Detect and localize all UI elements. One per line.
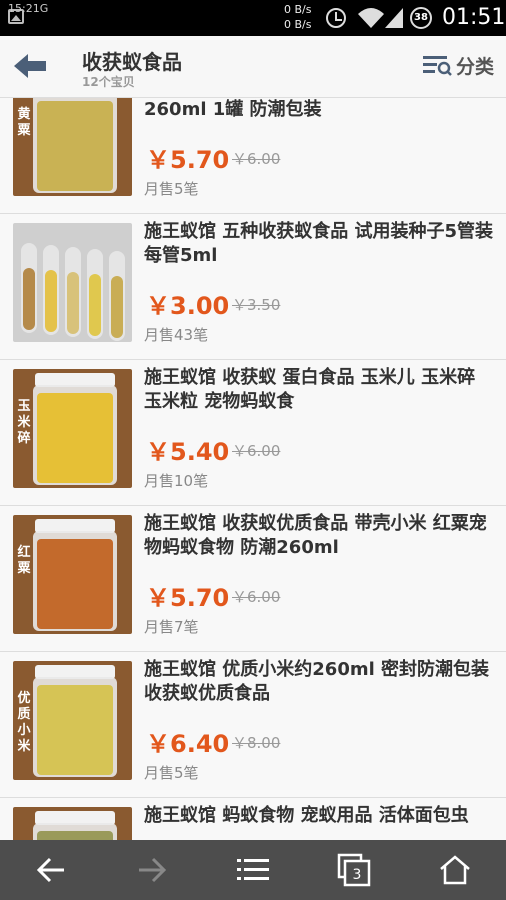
product-item[interactable]: 玉米碎 施王蚁馆 收获蚁 蛋白食品 玉米儿 玉米碎 玉米粒 宠物蚂蚁食 ￥5.40 ￥… <box>0 360 506 506</box>
alarm-icon <box>326 8 346 28</box>
forward-button[interactable] <box>122 840 182 900</box>
forward-arrow-icon <box>138 857 166 883</box>
product-monthly-sales: 月售43笔 <box>144 326 209 344</box>
menu-search-icon <box>422 56 452 76</box>
product-monthly-sales: 月售5笔 <box>144 180 199 198</box>
product-original-price: ￥8.00 <box>232 734 281 752</box>
product-original-price: ￥6.00 <box>232 150 281 168</box>
app-header: 收获蚁食品 12个宝贝 分类 <box>0 36 506 98</box>
product-item[interactable]: 优质小米 施王蚁馆 优质小米约260ml 密封防潮包装 收获蚁优质食品 ￥6.40 ￥… <box>0 652 506 798</box>
category-button[interactable]: 分类 <box>422 50 494 80</box>
product-title[interactable]: 施王蚁馆 蚂蚁食物 宠蚁用品 活体面包虫 <box>144 804 496 828</box>
product-image-label: 红粟 <box>17 545 31 576</box>
product-title[interactable]: 施王蚁馆 五种收获蚁食品 试用装种子5管装 每管5ml <box>144 220 496 268</box>
product-image[interactable] <box>13 223 132 342</box>
item-count: 12个宝贝 <box>82 75 135 89</box>
product-item[interactable]: 黄粟 施王蚁馆 收获蚁优质食品 带壳小米 黄粟260ml 1罐 防潮包装 ￥5.70… <box>0 98 506 214</box>
home-button[interactable] <box>425 840 485 900</box>
product-image[interactable]: 玉米碎 <box>13 369 132 488</box>
tabs-count: 3 <box>353 867 362 883</box>
product-original-price: ￥6.00 <box>232 442 281 460</box>
status-bar: 15:21G 0 B/s 0 B/s 38 01:51 <box>0 0 506 36</box>
product-title[interactable]: 施王蚁馆 收获蚁优质食品 带壳小米 红粟宠物蚂蚁食物 防潮260ml <box>144 512 496 560</box>
product-price: ￥5.70 <box>146 146 230 174</box>
product-original-price: ￥6.00 <box>232 588 281 606</box>
product-image-label: 优质小米 <box>17 691 31 754</box>
product-image-label: 玉米碎 <box>17 399 31 446</box>
notification-time: 15:21G <box>8 2 49 15</box>
product-price: ￥5.40 <box>146 438 230 466</box>
wifi-icon <box>358 8 384 28</box>
product-monthly-sales: 月售10笔 <box>144 472 209 490</box>
product-image-label: 黄粟 <box>17 107 31 138</box>
tabs-button[interactable]: 3 <box>324 840 384 900</box>
battery-icon: 38 <box>410 7 432 29</box>
page-title: 收获蚁食品 <box>82 50 182 74</box>
tabs-icon: 3 <box>337 853 371 887</box>
product-item[interactable]: 施王蚁馆 蚂蚁食物 宠蚁用品 活体面包虫 <box>0 798 506 840</box>
product-price: ￥6.40 <box>146 730 230 758</box>
product-image[interactable] <box>13 807 132 840</box>
clock: 01:51 <box>442 5 506 30</box>
back-arrow-icon[interactable] <box>12 52 48 80</box>
product-list[interactable]: 黄粟 施王蚁馆 收获蚁优质食品 带壳小米 黄粟260ml 1罐 防潮包装 ￥5.70… <box>0 98 506 840</box>
product-original-price: ￥3.50 <box>232 296 281 314</box>
home-icon <box>440 855 471 885</box>
signal-icon <box>385 8 403 28</box>
product-image[interactable]: 黄粟 <box>13 98 132 196</box>
back-button[interactable] <box>21 840 81 900</box>
product-image[interactable]: 红粟 <box>13 515 132 634</box>
product-title[interactable]: 施王蚁馆 优质小米约260ml 密封防潮包装 收获蚁优质食品 <box>144 658 496 706</box>
product-monthly-sales: 月售5笔 <box>144 764 199 782</box>
product-title[interactable]: 施王蚁馆 收获蚁 蛋白食品 玉米儿 玉米碎 玉米粒 宠物蚂蚁食 <box>144 366 496 414</box>
network-speed: 0 B/s 0 B/s <box>284 2 311 32</box>
browser-nav-bar: 3 <box>0 840 506 900</box>
product-monthly-sales: 月售7笔 <box>144 618 199 636</box>
product-price: ￥3.00 <box>146 292 230 320</box>
category-label: 分类 <box>455 55 494 78</box>
download-speed: 0 B/s <box>284 18 312 31</box>
menu-button[interactable] <box>223 840 283 900</box>
menu-list-icon <box>236 859 269 880</box>
product-image[interactable]: 优质小米 <box>13 661 132 780</box>
product-price: ￥5.70 <box>146 584 230 612</box>
upload-speed: 0 B/s <box>284 3 312 16</box>
product-title[interactable]: 施王蚁馆 收获蚁优质食品 带壳小米 黄粟260ml 1罐 防潮包装 <box>144 98 496 122</box>
product-item[interactable]: 施王蚁馆 五种收获蚁食品 试用装种子5管装 每管5ml ￥3.00 ￥3.50 月售4… <box>0 214 506 360</box>
back-arrow-icon <box>36 857 64 883</box>
product-item[interactable]: 红粟 施王蚁馆 收获蚁优质食品 带壳小米 红粟宠物蚂蚁食物 防潮260ml ￥5.7… <box>0 506 506 652</box>
